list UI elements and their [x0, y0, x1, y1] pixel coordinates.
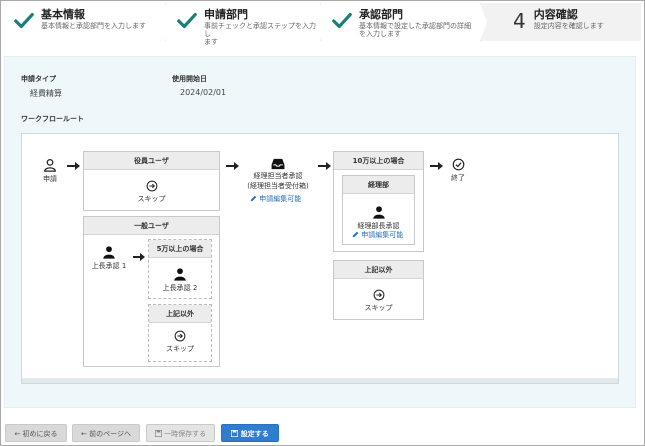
officer-user-box: 役員ユーザ スキップ [83, 151, 220, 211]
person-icon [103, 246, 115, 259]
step-title: 申請部門 [204, 8, 248, 21]
box-title: 5万以上の場合 [149, 240, 211, 258]
check-icon [332, 12, 352, 29]
edit-allowed-link[interactable]: 申請編集可能 [352, 230, 403, 240]
person-icon [174, 268, 186, 281]
arrow-circle-icon [373, 289, 384, 301]
approver1-label: 上長承認 1 [91, 262, 127, 270]
type-label: 申請タイプ [21, 75, 56, 83]
step-desc-line2: ます [204, 38, 218, 46]
step-desc-line2: を入力します [359, 30, 401, 38]
start-label: 申請 [43, 175, 57, 183]
step-number: 4 [513, 9, 526, 33]
check-circle-icon [452, 158, 464, 171]
prev-page-button[interactable]: ← 前のページへ [72, 424, 140, 442]
accounting-node: 経理担当者承認 (経理担当者受付箱) [240, 158, 316, 191]
box-title: 役員ユーザ [84, 152, 219, 170]
step-basic-info[interactable]: 基本情報 基本情報と承認部門を入力します [3, 3, 172, 41]
date-label: 使用開始日 [172, 75, 207, 83]
back-to-first-button[interactable]: ← 初めに戻る [5, 424, 67, 442]
step-approval-dept[interactable]: 承認部門 基本情報で設定した承認部門の詳細 を入力します [320, 3, 487, 41]
accounting-sub-label: (経理担当者受付箱) [247, 182, 309, 190]
stepper: 基本情報 基本情報と承認部門を入力します 申請部門 事前チェックと承認ステップを… [3, 3, 641, 46]
box-title: 上記以外 [334, 261, 423, 279]
skip-label: スキップ [166, 345, 194, 353]
check-icon [14, 12, 34, 29]
end-label: 終了 [451, 174, 465, 182]
arrow-left-icon: ← [14, 430, 21, 438]
arrow-circle-icon [146, 180, 157, 192]
date-value: 2024/02/01 [180, 88, 227, 97]
save-icon [154, 430, 162, 437]
pencil-icon [352, 231, 359, 238]
step-applicant-dept[interactable]: 申請部門 事前チェックと承認ステップを入力し ます [165, 3, 327, 46]
type-value: 経費精算 [30, 89, 62, 98]
skip-label: スキップ [364, 304, 393, 312]
person-outline-icon [44, 158, 56, 172]
skip-label: スキップ [137, 195, 166, 203]
arrow-circle-icon [174, 330, 186, 342]
box-title: 上記以外 [149, 305, 211, 323]
box-title: 一般ユーザ [84, 217, 219, 235]
check-icon [177, 12, 197, 29]
step-desc: 設定内容を確認します [533, 22, 604, 30]
save-draft-button[interactable]: 一時保存する [146, 424, 215, 442]
end-node: 終了 [446, 158, 470, 183]
inbox-icon [271, 158, 285, 170]
arrow-left-icon: ← [81, 430, 87, 438]
step-title: 承認部門 [359, 8, 403, 21]
over-50k-box: 5万以上の場合 上長承認 2 [148, 239, 212, 299]
save-icon [231, 430, 239, 437]
step-title: 内容確認 [533, 8, 578, 21]
start-node: 申請 [34, 158, 66, 184]
accounting-label: 経理担当者承認 [253, 172, 303, 180]
general-user-box: 一般ユーザ 上長承認 1 5万以上の場合 上長承認 2 上記以外 スキップ [83, 216, 220, 367]
box-title: 10万以上の場合 [334, 152, 423, 170]
else-box-2: 上記以外 スキップ [333, 260, 424, 320]
person-icon [372, 206, 385, 219]
approver2-label: 上長承認 2 [162, 284, 198, 292]
submit-button[interactable]: 設定する [221, 424, 279, 442]
pencil-icon [250, 195, 257, 202]
else-box: 上記以外 スキップ [148, 304, 212, 362]
box-title: 経理部 [343, 176, 414, 194]
edit-allowed-link[interactable]: 申請編集可能 [250, 194, 301, 204]
step-confirm: 4 内容確認 設定内容を確認します [480, 3, 641, 41]
step-desc: 基本情報と承認部門を入力します [41, 22, 146, 30]
step-title: 基本情報 [41, 8, 85, 21]
approver1-node: 上長承認 1 [87, 245, 131, 271]
step-desc-line1: 事前チェックと承認ステップを入力し [204, 22, 316, 38]
workflow-label: ワークフロールート [21, 115, 84, 123]
step-desc-line1: 基本情報で設定した承認部門の詳細 [359, 22, 471, 30]
